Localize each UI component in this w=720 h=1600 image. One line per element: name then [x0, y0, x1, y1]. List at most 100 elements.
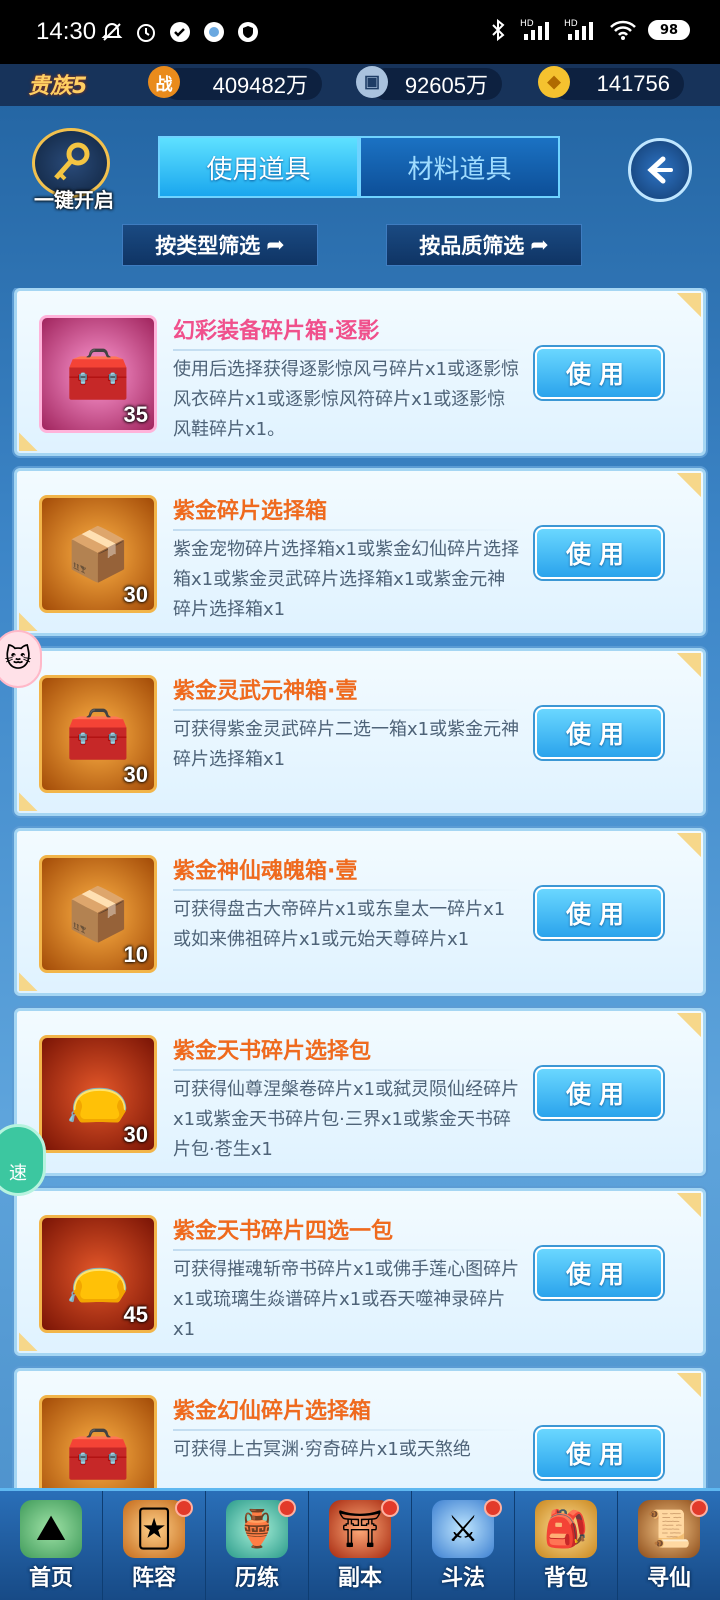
signal-icon: HD: [564, 18, 598, 42]
one-key-open-button[interactable]: 一键开启: [24, 128, 120, 212]
item-title: 紫金碎片选择箱: [173, 499, 328, 524]
use-button[interactable]: 使用: [535, 1247, 663, 1299]
list-item: 👝 45 紫金天书碎片四选一包 可获得摧魂斩帝书碎片x1或佛手莲心图碎片x1或琉…: [14, 1188, 706, 1356]
coin-value: 92605万: [404, 73, 488, 98]
item-title: 紫金幻仙碎片选择箱: [173, 1399, 372, 1424]
nav-seek[interactable]: 📜 寻仙: [618, 1491, 720, 1600]
back-button[interactable]: [628, 138, 692, 202]
treasure-chest-icon: 🧰: [65, 1424, 131, 1485]
use-button[interactable]: 使用: [535, 1427, 663, 1479]
nav-training[interactable]: 🏺 历练: [206, 1491, 309, 1600]
silver-coin-icon: ▣: [356, 66, 388, 98]
list-item: 🧰 35 幻彩装备碎片箱·逐影 使用后选择获得逐影惊风弓碎片x1或逐影惊风衣碎片…: [14, 288, 706, 456]
item-description: 可获得盘古大帝碎片x1或东皇太一碎片x1或如来佛祖碎片x1或元始天尊碎片x1: [173, 899, 506, 950]
status-icons-left: [100, 20, 260, 44]
tab-use-items[interactable]: 使用道具: [158, 136, 359, 198]
item-title: 紫金天书碎片四选一包: [173, 1219, 394, 1244]
item-title: 紫金灵武元神箱·壹: [173, 679, 358, 704]
nav-lineup[interactable]: 🃏 阵容: [103, 1491, 206, 1600]
notification-dot: [484, 1499, 502, 1517]
list-item: 🧰 30 紫金灵武元神箱·壹 可获得紫金灵武碎片二选一箱x1或紫金元神碎片选择箱…: [14, 648, 706, 816]
filter-by-quality-button[interactable]: 按品质筛选 ➦: [386, 224, 582, 266]
signal-icon: HD: [520, 18, 554, 42]
item-thumbnail: 🧰: [39, 1395, 157, 1488]
arrow-icon: ➦: [530, 232, 549, 258]
nav-bag[interactable]: 🎒 背包: [515, 1491, 618, 1600]
item-thumbnail: 📦 30: [39, 495, 157, 613]
treasure-chest-icon: 📦: [65, 524, 131, 585]
notification-dot: [278, 1499, 296, 1517]
item-description: 可获得摧魂斩帝书碎片x1或佛手莲心图碎片x1或琉璃生焱谱碎片x1或吞天噬神录碎片…: [173, 1259, 520, 1340]
alarm-icon: [134, 20, 158, 44]
item-description: 使用后选择获得逐影惊风弓碎片x1或逐影惊风衣碎片x1或逐影惊风符碎片x1或逐影惊…: [173, 359, 520, 440]
pouch-icon: 👝: [65, 1064, 131, 1125]
bag-icon: 🎒: [535, 1500, 597, 1558]
list-item: 👝 30 紫金天书碎片选择包 可获得仙尊涅槃卷碎片x1或弑灵陨仙经碎片x1或紫金…: [14, 1008, 706, 1176]
gold-value: 141756: [596, 71, 670, 96]
battery-indicator: 98: [648, 20, 690, 40]
nav-dungeon[interactable]: ⛩ 副本: [309, 1491, 412, 1600]
notification-dot: [690, 1499, 708, 1517]
item-thumbnail: 🧰 35: [39, 315, 157, 433]
nav-label: 首页: [28, 1566, 73, 1591]
avatar-icon: 🐱: [4, 644, 32, 674]
pouch-icon: 👝: [65, 1244, 131, 1305]
nav-home[interactable]: ⛰ 首页: [0, 1491, 103, 1600]
treasure-chest-icon: 🧰: [65, 344, 131, 405]
wifi-icon: [608, 18, 638, 42]
bluetooth-icon: [486, 18, 510, 42]
treasure-chest-icon: 📦: [65, 884, 131, 945]
item-description: 紫金宠物碎片选择箱x1或紫金幻仙碎片选择箱x1或紫金灵武碎片选择箱x1或紫金元神…: [173, 539, 520, 620]
app-icon: [168, 20, 192, 44]
item-thumbnail: 👝 30: [39, 1035, 157, 1153]
status-icons-right: HD HD 98: [486, 18, 690, 42]
treasure-chest-icon: 🧰: [65, 704, 131, 765]
combat-value: 409482万: [212, 73, 308, 98]
item-thumbnail: 👝 45: [39, 1215, 157, 1333]
notification-dot: [381, 1499, 399, 1517]
floating-assistant-avatar[interactable]: 🐱: [0, 630, 42, 688]
filter-type-label: 按类型筛选: [155, 234, 261, 258]
list-item: 🧰 紫金幻仙碎片选择箱 可获得上古冥渊·穷奇碎片x1或天煞绝 使用: [14, 1368, 706, 1488]
list-item: 📦 30 紫金碎片选择箱 紫金宠物碎片选择箱x1或紫金幻仙碎片选择箱x1或紫金灵…: [14, 468, 706, 636]
mute-icon: [100, 20, 124, 44]
item-description: 可获得仙尊涅槃卷碎片x1或弑灵陨仙经碎片x1或紫金天书碎片包·三界x1或紫金天书…: [173, 1079, 520, 1160]
nav-label: 背包: [543, 1566, 588, 1591]
signal-hd-label: HD: [520, 19, 534, 29]
vip-level: 贵族5: [28, 74, 88, 99]
item-count: 30: [123, 582, 148, 607]
item-list[interactable]: 🧰 35 幻彩装备碎片箱·逐影 使用后选择获得逐影惊风弓碎片x1或逐影惊风衣碎片…: [0, 288, 720, 1488]
app-icon: [202, 20, 226, 44]
shield-icon: [236, 20, 260, 44]
gold-ingot-icon: ◆: [538, 66, 570, 98]
use-button[interactable]: 使用: [535, 527, 663, 579]
item-count: 30: [123, 1122, 148, 1147]
speed-button[interactable]: 速: [0, 1124, 46, 1196]
nav-label: 斗法: [440, 1566, 485, 1591]
item-thumbnail: 🧰 30: [39, 675, 157, 793]
combat-icon: 战: [148, 66, 180, 98]
use-button[interactable]: 使用: [535, 347, 663, 399]
item-count: 30: [123, 762, 148, 787]
item-count: 10: [123, 942, 148, 967]
filter-by-type-button[interactable]: 按类型筛选 ➦: [122, 224, 318, 266]
status-time: 14:30: [36, 18, 97, 45]
nav-label: 阵容: [131, 1566, 176, 1591]
combat-power: 战 409482万: [148, 66, 322, 100]
coin-resource: ▣ 92605万: [356, 66, 502, 100]
gold-resource: ◆ 141756: [538, 66, 684, 100]
use-button[interactable]: 使用: [535, 707, 663, 759]
status-bar: 14:30 HD HD 98: [0, 0, 720, 64]
bottom-nav: ⛰ 首页 🃏 阵容 🏺 历练 ⛩ 副本 ⚔ 斗法 🎒 背包 📜 寻仙: [0, 1488, 720, 1600]
nav-label: 寻仙: [646, 1566, 691, 1591]
signal-hd-label: HD: [564, 19, 578, 29]
nav-label: 历练: [234, 1566, 279, 1591]
item-title: 幻彩装备碎片箱·逐影: [173, 319, 380, 344]
item-thumbnail: 📦 10: [39, 855, 157, 973]
use-button[interactable]: 使用: [535, 887, 663, 939]
item-title: 紫金神仙魂魄箱·壹: [173, 859, 358, 884]
item-description: 可获得上古冥渊·穷奇碎片x1或天煞绝: [173, 1439, 471, 1460]
tab-material-items[interactable]: 材料道具: [359, 136, 560, 198]
use-button[interactable]: 使用: [535, 1067, 663, 1119]
nav-battle[interactable]: ⚔ 斗法: [412, 1491, 515, 1600]
